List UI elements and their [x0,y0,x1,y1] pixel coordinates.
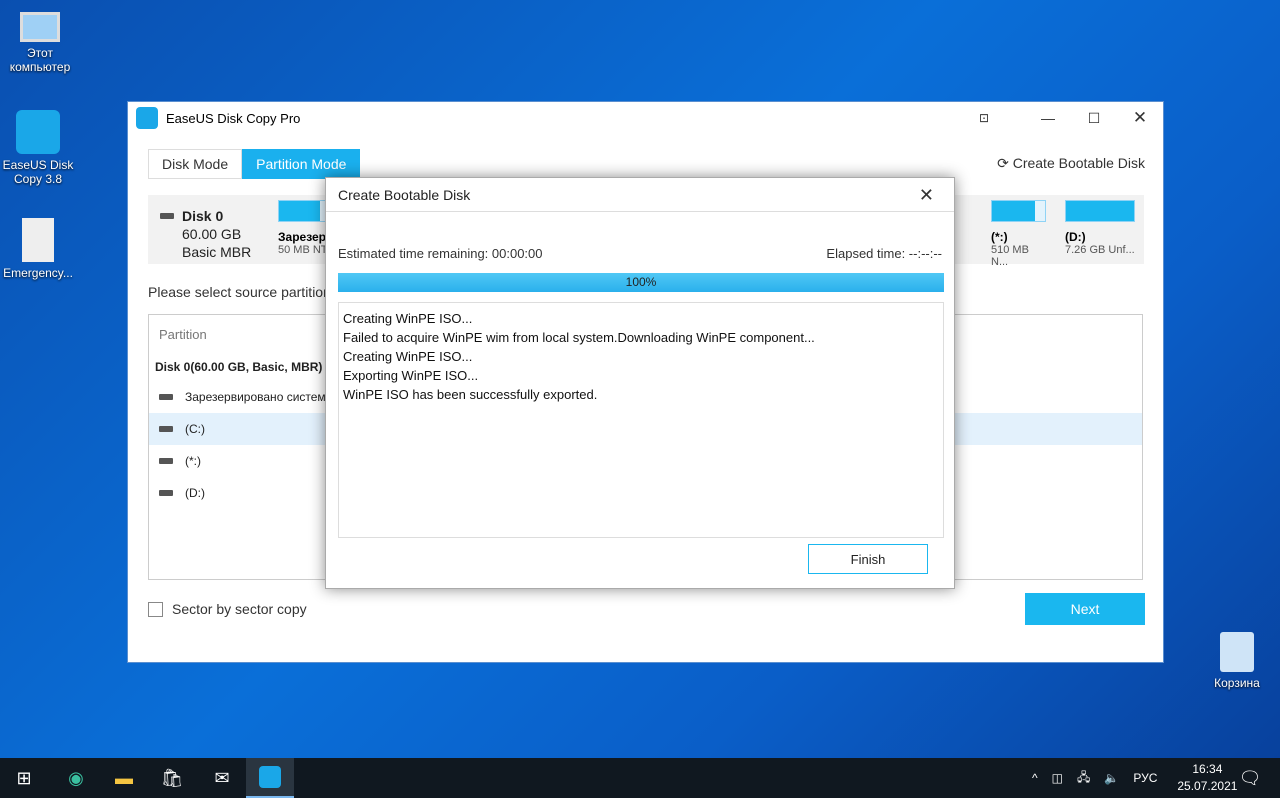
network-icon[interactable]: 🖧 [1077,768,1090,789]
log-line: Creating WinPE ISO... [343,349,473,364]
label: EaseUS Disk Copy 3.8 [2,158,74,186]
system-tray: ^ ◫ 🖧 🔈 РУС 16:34 25.07.2021 [1032,758,1237,798]
sector-copy-checkbox[interactable]: Sector by sector copy [148,601,307,617]
disc-file-icon [22,218,54,262]
log-line: WinPE ISO has been successfully exported… [343,387,598,402]
label: Create Bootable Disk [1012,155,1145,171]
file-explorer-icon[interactable]: ▬ [100,758,148,798]
start-button[interactable]: ⊞ [0,758,48,798]
tab-disk-mode[interactable]: Disk Mode [148,149,243,179]
next-button[interactable]: Next [1025,593,1145,625]
disk-size: 60.00 GB [182,226,242,242]
window-title: EaseUS Disk Copy Pro [166,110,301,126]
restore-icon[interactable]: ⊡ [961,102,1007,134]
elapsed-time: Elapsed time: --:--:-- [826,246,942,261]
language-indicator[interactable]: РУС [1133,771,1157,785]
mail-icon[interactable]: ✉ [198,758,246,798]
refresh-icon: ⟳ [997,155,1013,171]
app-logo-icon [136,107,158,129]
camera-icon[interactable]: ◫ [1052,771,1063,785]
label: Emergency... [3,266,73,280]
edge-icon[interactable]: ◉ [52,758,100,798]
tab-partition-mode[interactable]: Partition Mode [242,149,361,179]
easeus-icon [16,110,60,154]
partition-block[interactable]: (*:) 510 MB N... [991,200,1046,268]
dialog-title: Create Bootable Disk [326,178,954,212]
taskbar: ⊞ ◉ ▬ 🛍 ✉ ^ ◫ 🖧 🔈 РУС 16:34 25.07.2021 🗨 [0,758,1280,798]
desktop-icon-emergency[interactable]: Emergency... [0,218,76,280]
disk-name: Disk 0 [182,208,224,224]
notifications-icon[interactable]: 🗨 [1226,758,1274,798]
partition-block[interactable]: (D:) 7.26 GB Unf... [1065,200,1135,256]
log-line: Creating WinPE ISO... [343,311,473,326]
title-bar: EaseUS Disk Copy Pro [128,102,1163,134]
log-box: Creating WinPE ISO... Failed to acquire W… [338,302,944,538]
disk-type: Basic MBR [182,244,252,260]
desktop-icon-easeus[interactable]: EaseUS Disk Copy 3.8 [0,110,76,186]
computer-icon [20,12,60,42]
label: Этот компьютер [9,46,71,74]
chevron-up-icon[interactable]: ^ [1032,771,1038,785]
log-line: Failed to acquire WinPE wim from local s… [343,330,815,345]
easeus-taskbar-icon[interactable] [246,758,294,798]
create-bootable-disk-button[interactable]: ⟳ Create Bootable Disk [997,155,1145,172]
estimated-time: Estimated time remaining: 00:00:00 [338,246,543,261]
close-button[interactable]: ✕ [1117,102,1163,134]
desktop-icon-this-pc[interactable]: Этот компьютер [2,10,78,74]
disk-info: Disk 0 60.00 GB Basic MBR [160,207,251,261]
maximize-button[interactable]: ☐ [1071,102,1117,134]
volume-icon[interactable]: 🔈 [1104,771,1119,785]
log-line: Exporting WinPE ISO... [343,368,479,383]
create-bootable-dialog: Create Bootable Disk ✕ Estimated time re… [325,177,955,589]
minimize-button[interactable]: — [1025,102,1071,134]
hdd-icon [160,213,174,219]
recycle-bin-icon [1220,632,1254,672]
dialog-close-button[interactable]: ✕ [919,185,934,206]
desktop-icon-recycle-bin[interactable]: Корзина [1199,632,1275,690]
prompt-text: Please select source partition [148,284,331,300]
store-icon[interactable]: 🛍 [148,758,196,798]
progress-bar: 100% [338,273,944,292]
finish-button[interactable]: Finish [808,544,928,574]
label: Корзина [1214,676,1260,690]
